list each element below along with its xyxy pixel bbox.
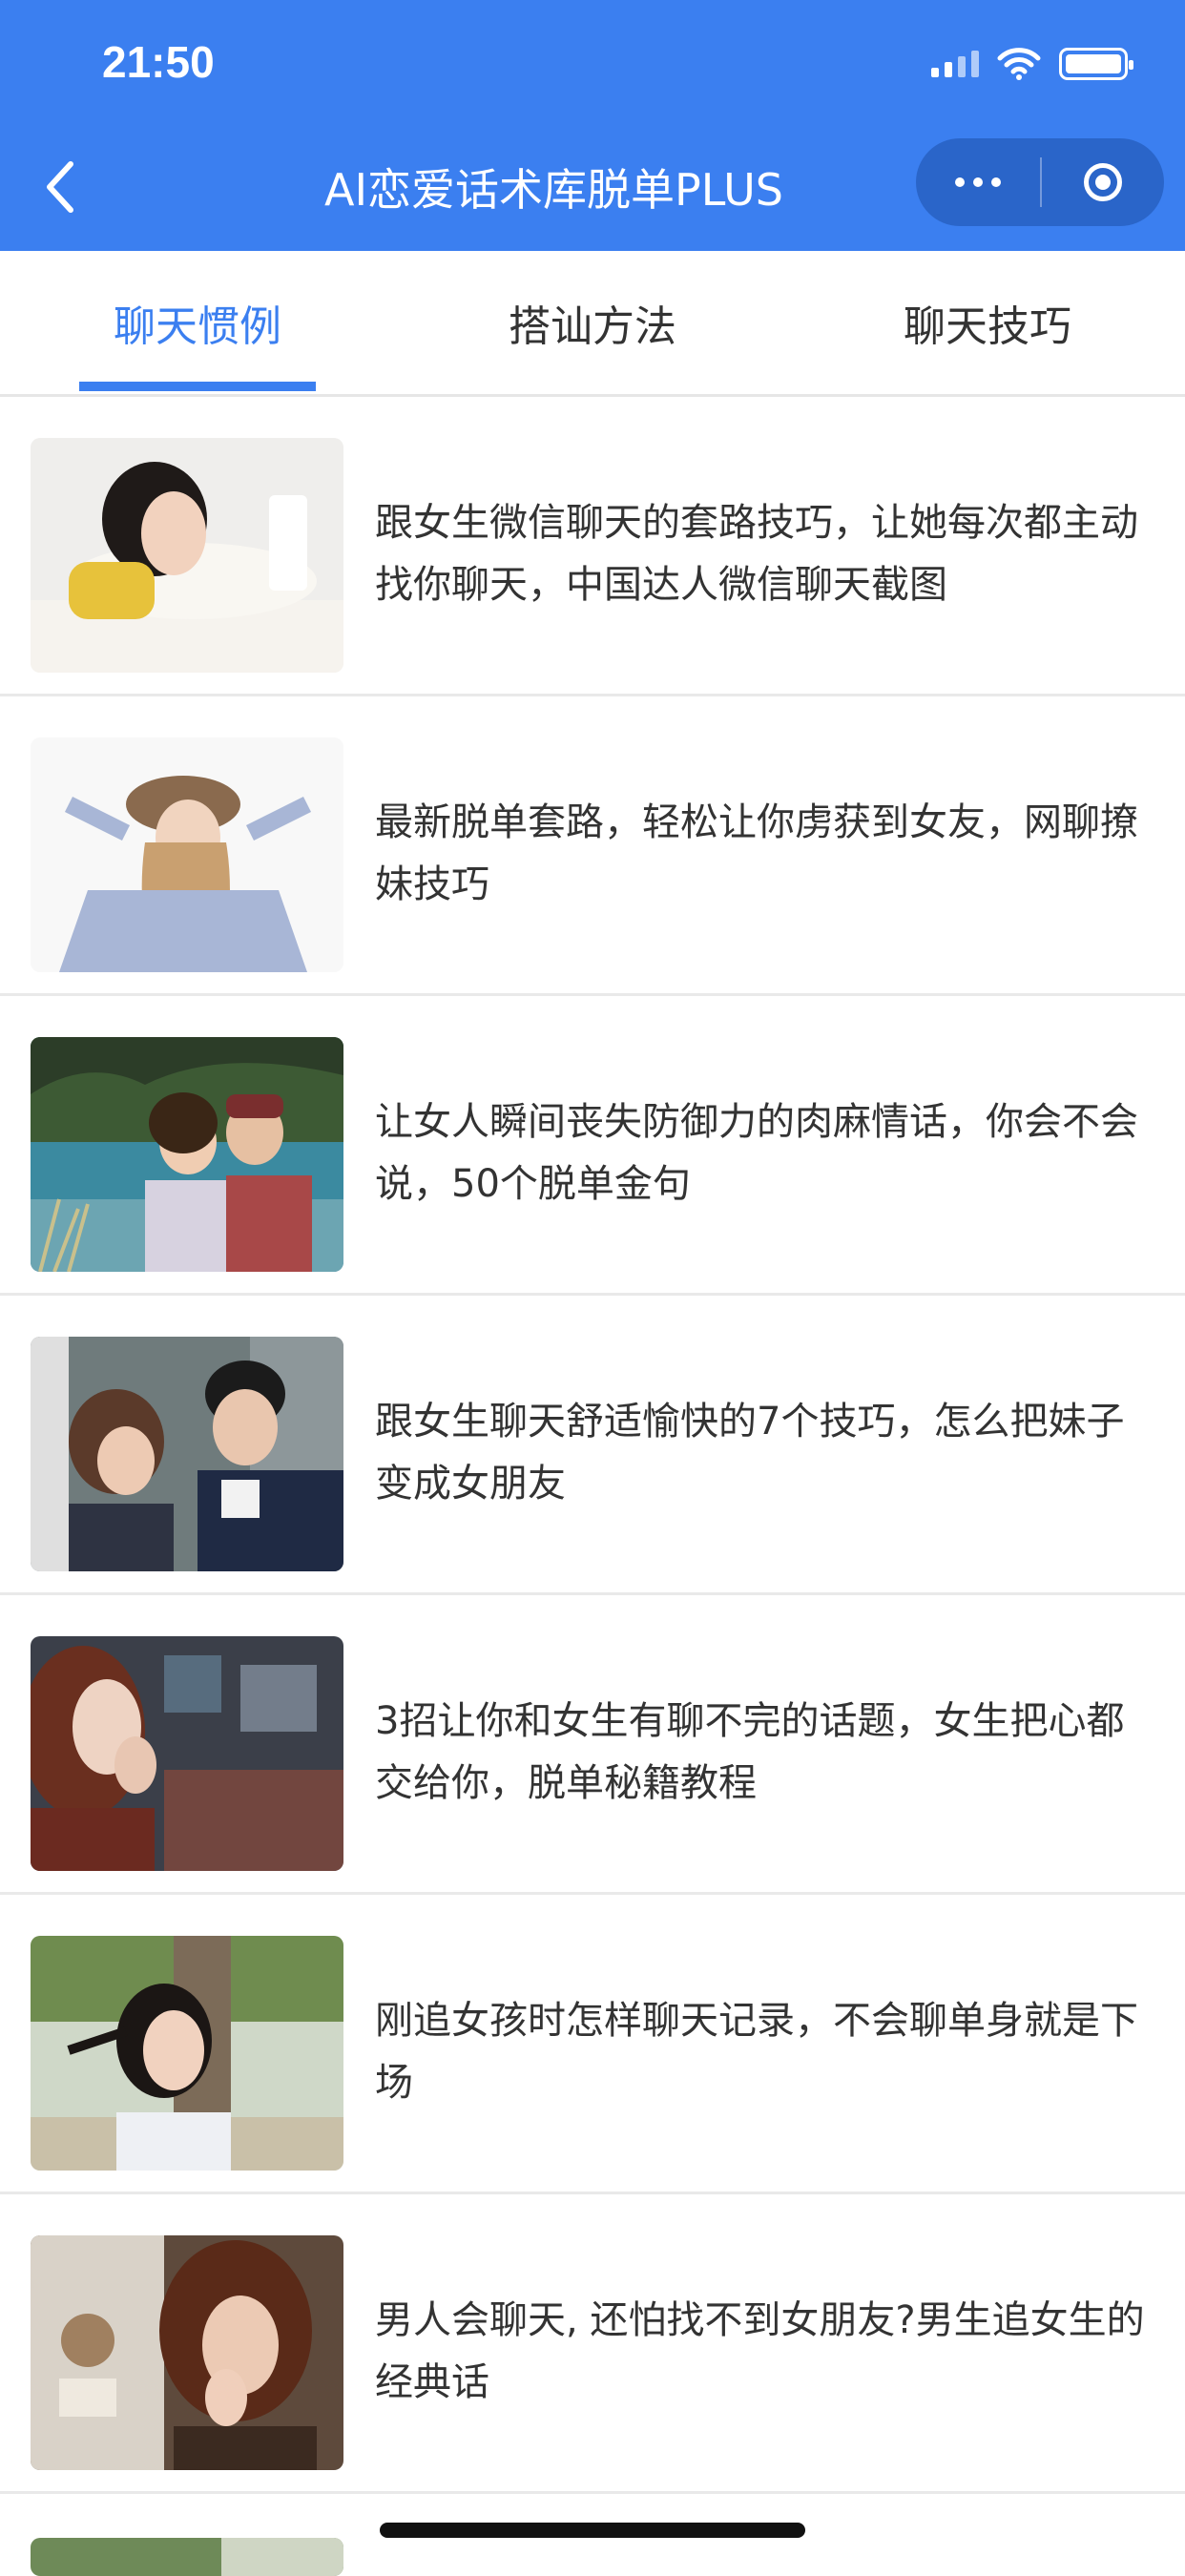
article-title: 刚追女孩时怎样聊天记录，不会聊单身就是下场 <box>375 1999 1138 2105</box>
tab-bar: 聊天惯例 搭讪方法 聊天技巧 <box>0 251 1185 397</box>
status-time: 21:50 <box>102 37 215 87</box>
article-title: 让女人瞬间丧失防御力的肉麻情话，你会不会说，50个脱单金句 <box>375 1100 1138 1206</box>
list-item[interactable]: 刚追女孩时怎样聊天记录，不会聊单身就是下场 <box>0 1895 1185 2194</box>
list-item[interactable]: 3招让你和女生有聊不完的话题，女生把心都交给你，脱单秘籍教程 <box>0 1595 1185 1895</box>
article-title: 跟女生聊天舒适愉快的7个技巧，怎么把妹子变成女朋友 <box>375 1400 1125 1506</box>
article-thumbnail <box>31 1936 343 2171</box>
list-item[interactable]: 最新脱单套路，轻松让你虏获到女友，网聊撩妹技巧 <box>0 696 1185 996</box>
close-miniprogram-icon[interactable] <box>1042 138 1164 226</box>
list-item[interactable]: 男人会聊天, 还怕找不到女朋友?男生追女生的经典话 <box>0 2194 1185 2494</box>
article-thumbnail-partial <box>31 2538 343 2576</box>
article-title: 跟女生微信聊天的套路技巧，让她每次都主动找你聊天，中国达人微信聊天截图 <box>375 501 1138 607</box>
battery-icon <box>1059 48 1133 80</box>
back-chevron-icon[interactable] <box>42 158 80 216</box>
tab-pickup-methods[interactable]: 搭讪方法 <box>474 251 711 394</box>
article-thumbnail <box>31 2235 343 2470</box>
app-header: 21:50 AI恋爱话术库脱单PLUS <box>0 0 1185 251</box>
article-title: 最新脱单套路，轻松让你虏获到女友，网聊撩妹技巧 <box>375 800 1138 906</box>
list-item[interactable]: 跟女生微信聊天的套路技巧，让她每次都主动找你聊天，中国达人微信聊天截图 <box>0 397 1185 696</box>
more-options-icon[interactable] <box>916 138 1040 226</box>
article-thumbnail <box>31 1636 343 1871</box>
wifi-icon <box>997 48 1041 80</box>
page-title: AI恋爱话术库脱单PLUS <box>324 164 783 216</box>
list-item[interactable]: 让女人瞬间丧失防御力的肉麻情话，你会不会说，50个脱单金句 <box>0 996 1185 1296</box>
home-indicator[interactable] <box>380 2523 805 2538</box>
article-thumbnail <box>31 438 343 673</box>
article-thumbnail <box>31 1337 343 1571</box>
article-thumbnail <box>31 1037 343 1272</box>
status-icons <box>931 42 1133 86</box>
tab-chat-skills[interactable]: 聊天技巧 <box>869 251 1106 394</box>
cellular-signal-icon <box>931 51 979 77</box>
miniprogram-capsule <box>916 138 1164 226</box>
active-tab-indicator <box>79 382 316 391</box>
article-title: 男人会聊天, 还怕找不到女朋友?男生追女生的经典话 <box>375 2298 1145 2404</box>
article-list: 跟女生微信聊天的套路技巧，让她每次都主动找你聊天，中国达人微信聊天截图 最新脱单… <box>0 397 1185 2494</box>
article-thumbnail <box>31 737 343 972</box>
tab-chat-conventions[interactable]: 聊天惯例 <box>79 251 316 394</box>
article-title: 3招让你和女生有聊不完的话题，女生把心都交给你，脱单秘籍教程 <box>375 1699 1125 1805</box>
list-item[interactable]: 跟女生聊天舒适愉快的7个技巧，怎么把妹子变成女朋友 <box>0 1296 1185 1595</box>
